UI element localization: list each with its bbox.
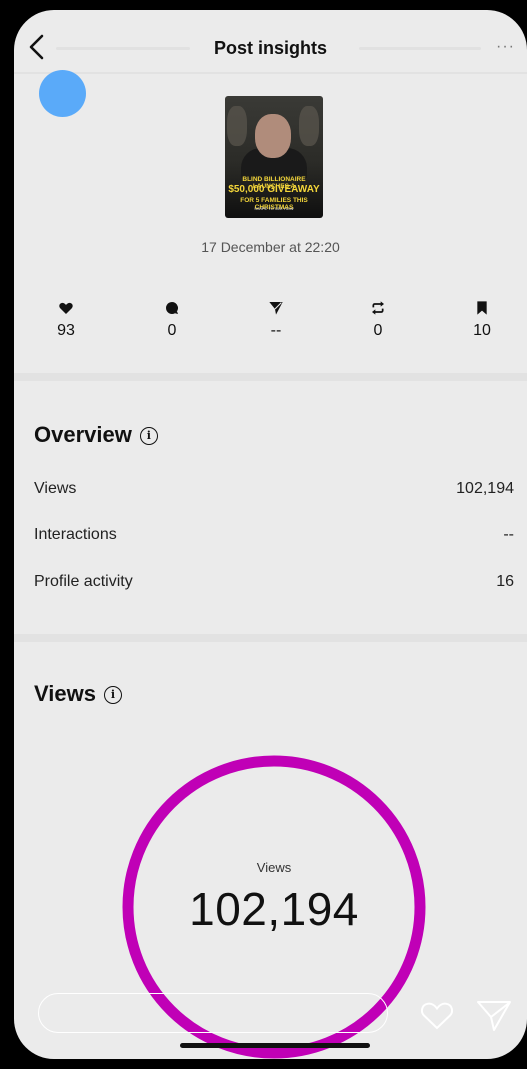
info-icon[interactable]: i bbox=[103, 686, 122, 704]
section-divider bbox=[14, 373, 527, 381]
stat-likes: 93 bbox=[36, 300, 96, 340]
section-divider bbox=[14, 634, 527, 642]
views-section-title: Views i bbox=[34, 681, 122, 707]
overview-row-interactions[interactable]: Interactions -- bbox=[34, 526, 514, 550]
stat-shares: -- bbox=[246, 300, 306, 340]
home-indicator bbox=[180, 1043, 370, 1048]
overview-section-title: Overview i bbox=[34, 422, 158, 448]
page-title: Post insights bbox=[213, 38, 327, 58]
views-title-text: Views bbox=[34, 681, 96, 706]
stat-value: 10 bbox=[473, 322, 491, 339]
overview-row-views[interactable]: Views 102,194 bbox=[34, 480, 514, 504]
post-thumbnail[interactable]: BLIND BILLIONAIRE LAUNCHES A $50,000 GIV… bbox=[225, 96, 323, 218]
comment-icon bbox=[142, 300, 202, 320]
reply-input[interactable] bbox=[38, 993, 388, 1033]
header-divider bbox=[14, 72, 527, 74]
thumbnail-crowd-figure bbox=[227, 106, 247, 146]
row-label: Views bbox=[34, 480, 77, 497]
thumbnail-crowd-figure bbox=[299, 106, 319, 146]
send-outline-icon bbox=[477, 1001, 511, 1031]
stat-value: 0 bbox=[167, 322, 177, 339]
bookmark-icon bbox=[452, 300, 512, 320]
row-value: -- bbox=[503, 526, 514, 543]
like-button[interactable] bbox=[417, 1000, 457, 1030]
phone-screen: Post insights ··· BLIND BILLIONAIRE LAUN… bbox=[14, 10, 527, 1059]
stat-comments: 0 bbox=[142, 300, 202, 340]
info-icon[interactable]: i bbox=[139, 427, 158, 445]
header-bar: Post insights ··· bbox=[14, 10, 527, 76]
send-icon bbox=[246, 300, 306, 320]
stat-value: 93 bbox=[57, 322, 75, 339]
ring-value: 102,194 bbox=[189, 883, 359, 935]
row-value: 102,194 bbox=[456, 480, 514, 497]
repost-icon bbox=[348, 300, 408, 320]
ring-label: Views bbox=[256, 860, 292, 875]
row-label: Interactions bbox=[34, 526, 117, 543]
row-label: Profile activity bbox=[34, 573, 133, 590]
heart-outline-icon bbox=[420, 1002, 454, 1030]
stat-value: 0 bbox=[373, 322, 383, 339]
share-button[interactable] bbox=[474, 998, 514, 1032]
blue-dot bbox=[39, 70, 86, 117]
heart-icon bbox=[36, 300, 96, 320]
stat-saves: 10 bbox=[452, 300, 512, 340]
thumbnail-text-line: SWIPE TO SEE HOW bbox=[254, 206, 294, 211]
overview-row-profile-activity[interactable]: Profile activity 16 bbox=[34, 573, 514, 597]
stat-reposts: 0 bbox=[348, 300, 408, 340]
stat-value: -- bbox=[270, 322, 282, 339]
more-options-button[interactable]: ··· bbox=[496, 38, 515, 56]
post-date: 17 December at 22:20 bbox=[201, 239, 340, 255]
row-value: 16 bbox=[496, 573, 514, 590]
overview-title-text: Overview bbox=[34, 422, 132, 447]
thumbnail-text-line: $50,000 GIVEAWAY bbox=[228, 184, 320, 195]
thumbnail-person-head bbox=[255, 114, 291, 158]
